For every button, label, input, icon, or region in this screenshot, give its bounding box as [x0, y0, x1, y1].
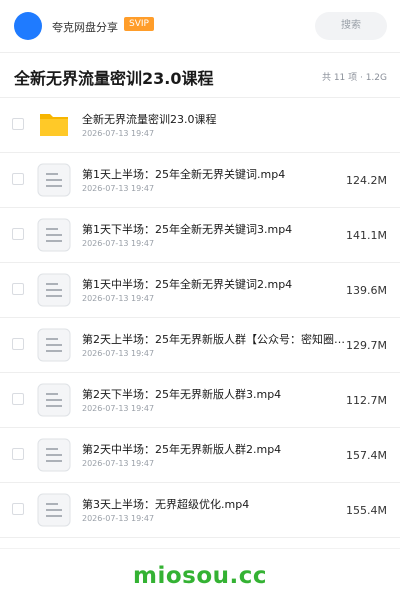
folder-summary: 共 11 项 · 1.2G	[321, 73, 387, 83]
file-date: 2026-07-13 19:47	[82, 239, 155, 248]
file-name: 第2天上半场：25年无界新版人群【公众号：密知圈】.mp4	[82, 333, 354, 346]
file-icon	[37, 328, 71, 362]
file-icon	[37, 493, 71, 527]
file-list: 全新无界流量密训23.0课程 2026-07-13 19:47 第1天上半场：25年…	[0, 98, 400, 538]
file-date: 2026-07-13 19:47	[82, 349, 155, 358]
file-size: 124.2M	[346, 174, 387, 187]
file-size: 155.4M	[346, 504, 387, 517]
file-name: 第1天中半场：25年全新无界关键词2.mp4	[82, 278, 293, 291]
file-date: 2026-07-13 19:47	[82, 294, 155, 303]
file-date: 2026-07-13 19:47	[82, 404, 155, 413]
select-checkbox[interactable]	[12, 118, 24, 130]
file-size: 139.6M	[346, 284, 387, 297]
file-row[interactable]: 第1天中半场：25年全新无界关键词2.mp4 2026-07-13 19:47 13…	[0, 263, 400, 318]
file-row[interactable]: 第1天下半场：25年全新无界关键词3.mp4 2026-07-13 19:47 14…	[0, 208, 400, 263]
file-size: 157.4M	[346, 449, 387, 462]
file-row[interactable]: 第2天上半场：25年无界新版人群【公众号：密知圈】.mp4 2026-07-13 …	[0, 318, 400, 373]
select-checkbox[interactable]	[12, 173, 24, 185]
file-name: 第2天下半场：25年无界新版人群3.mp4	[82, 388, 282, 401]
avatar[interactable]	[14, 12, 42, 40]
file-icon	[37, 438, 71, 472]
select-checkbox[interactable]	[12, 503, 24, 515]
file-row[interactable]: 第2天下半场：25年无界新版人群3.mp4 2026-07-13 19:47 112…	[0, 373, 400, 428]
app-title: 夸克网盘分享	[52, 21, 118, 34]
watermark: miosou.cc	[132, 563, 268, 589]
folder-row[interactable]: 全新无界流量密训23.0课程 2026-07-13 19:47	[0, 98, 400, 153]
file-icon	[37, 273, 71, 307]
search-input[interactable]: 搜索	[315, 12, 387, 40]
file-row[interactable]: 第3天上半场：无界超级优化.mp4 2026-07-13 19:47 155.4M	[0, 483, 400, 538]
page-title: 全新无界流量密训23.0课程	[14, 69, 214, 88]
file-row[interactable]: 第2天中半场：25年无界新版人群2.mp4 2026-07-13 19:47 157…	[0, 428, 400, 483]
select-checkbox[interactable]	[12, 228, 24, 240]
file-date: 2026-07-13 19:47	[82, 184, 155, 193]
folder-icon	[37, 108, 71, 142]
file-row[interactable]: 第1天上半场：25年全新无界关键词.mp4 2026-07-13 19:47 124…	[0, 153, 400, 208]
footer: miosou.cc	[0, 548, 400, 601]
select-checkbox[interactable]	[12, 393, 24, 405]
file-size: 129.7M	[346, 339, 387, 352]
file-icon	[37, 383, 71, 417]
file-icon	[37, 218, 71, 252]
file-size: 141.1M	[346, 229, 387, 242]
folder-title-bar: 全新无界流量密训23.0课程 共 11 项 · 1.2G	[0, 53, 400, 98]
file-date: 2026-07-13 19:47	[82, 129, 155, 138]
file-name: 第3天上半场：无界超级优化.mp4	[82, 498, 250, 511]
top-bar: 夸克网盘分享 SVIP 搜索	[0, 0, 400, 53]
select-checkbox[interactable]	[12, 283, 24, 295]
file-icon	[37, 163, 71, 197]
file-date: 2026-07-13 19:47	[82, 514, 155, 523]
svip-badge: SVIP	[124, 17, 154, 31]
file-name: 第2天中半场：25年无界新版人群2.mp4	[82, 443, 282, 456]
select-checkbox[interactable]	[12, 448, 24, 460]
file-size: 112.7M	[346, 394, 387, 407]
file-name: 第1天上半场：25年全新无界关键词.mp4	[82, 168, 286, 181]
file-name: 全新无界流量密训23.0课程	[82, 113, 217, 126]
file-name: 第1天下半场：25年全新无界关键词3.mp4	[82, 223, 293, 236]
file-date: 2026-07-13 19:47	[82, 459, 155, 468]
select-checkbox[interactable]	[12, 338, 24, 350]
